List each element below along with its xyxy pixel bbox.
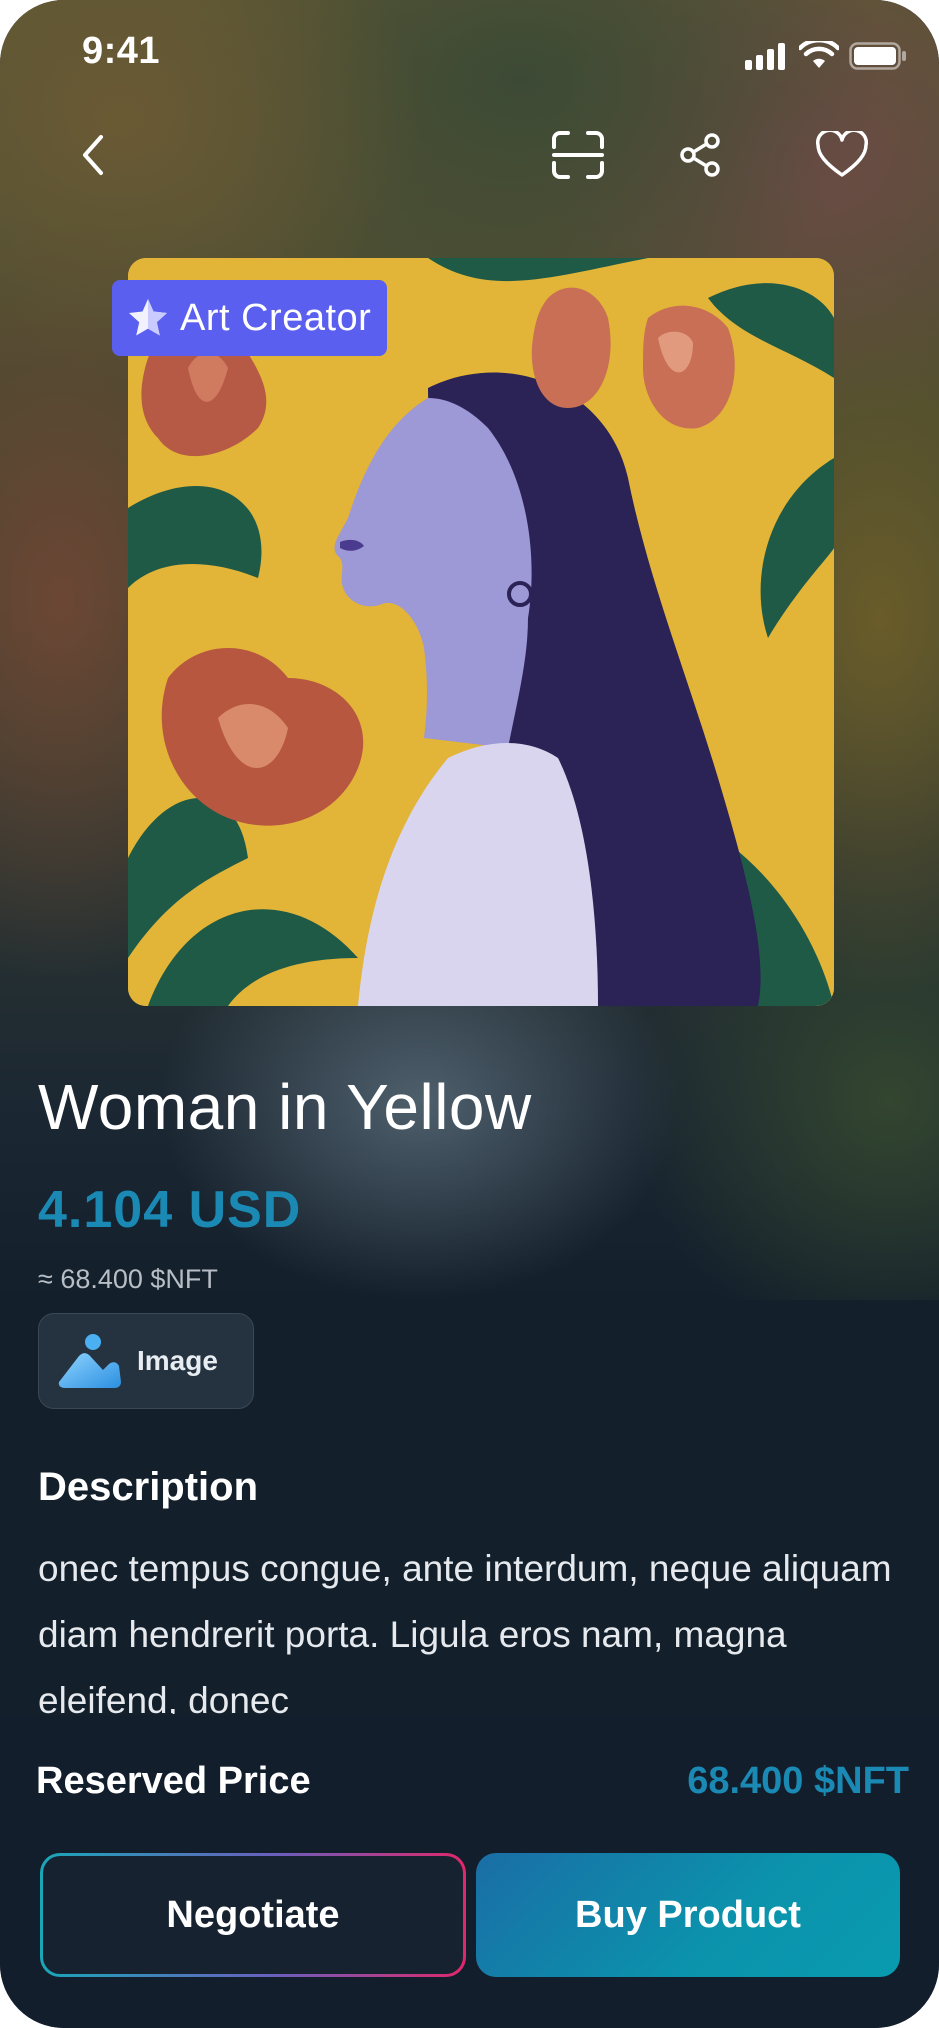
status-icons: [743, 38, 907, 74]
badge-label: Art Creator: [180, 296, 372, 339]
phone-screen: 9:41 Art Creator Woman in Yellow 4.104 U…: [0, 0, 939, 2028]
reserved-price-label: Reserved Price: [36, 1760, 311, 1802]
buy-product-button[interactable]: Buy Product: [476, 1853, 900, 1977]
wifi-icon: [799, 41, 839, 68]
artwork-image[interactable]: [128, 258, 834, 1006]
status-bar: 9:41: [0, 0, 939, 110]
negotiate-button[interactable]: Negotiate: [40, 1853, 466, 1977]
top-bar: [0, 120, 939, 190]
media-type-label: Image: [137, 1345, 218, 1376]
favorite-button[interactable]: [810, 123, 874, 187]
battery-icon: [849, 42, 906, 70]
heart-icon: [816, 131, 868, 177]
star-icon: [129, 299, 167, 336]
signal-icon: [745, 43, 785, 70]
description-heading: Description: [38, 1465, 259, 1509]
status-time: 9:41: [82, 30, 161, 72]
negotiate-button-label: Negotiate: [43, 1856, 463, 1974]
share-icon: [680, 133, 720, 177]
back-chevron-icon: [83, 135, 103, 175]
artwork-illustration: [128, 258, 834, 1006]
description-text: onec tempus congue, ante interdum, neque…: [38, 1548, 892, 1714]
product-price-nft: ≈ 68.400 $NFT: [38, 1264, 218, 1294]
product-title: Woman in Yellow: [38, 1071, 532, 1143]
share-button[interactable]: [668, 123, 732, 187]
scan-button[interactable]: [546, 123, 610, 187]
product-price: 4.104 USD: [38, 1181, 302, 1239]
scan-icon: [552, 131, 604, 179]
image-icon: [58, 1334, 121, 1388]
reserved-price-value: 68.400 $NFT: [687, 1760, 909, 1802]
back-button[interactable]: [60, 123, 124, 187]
art-creator-badge: Art Creator: [112, 280, 388, 356]
media-type-chip[interactable]: Image: [38, 1313, 254, 1409]
